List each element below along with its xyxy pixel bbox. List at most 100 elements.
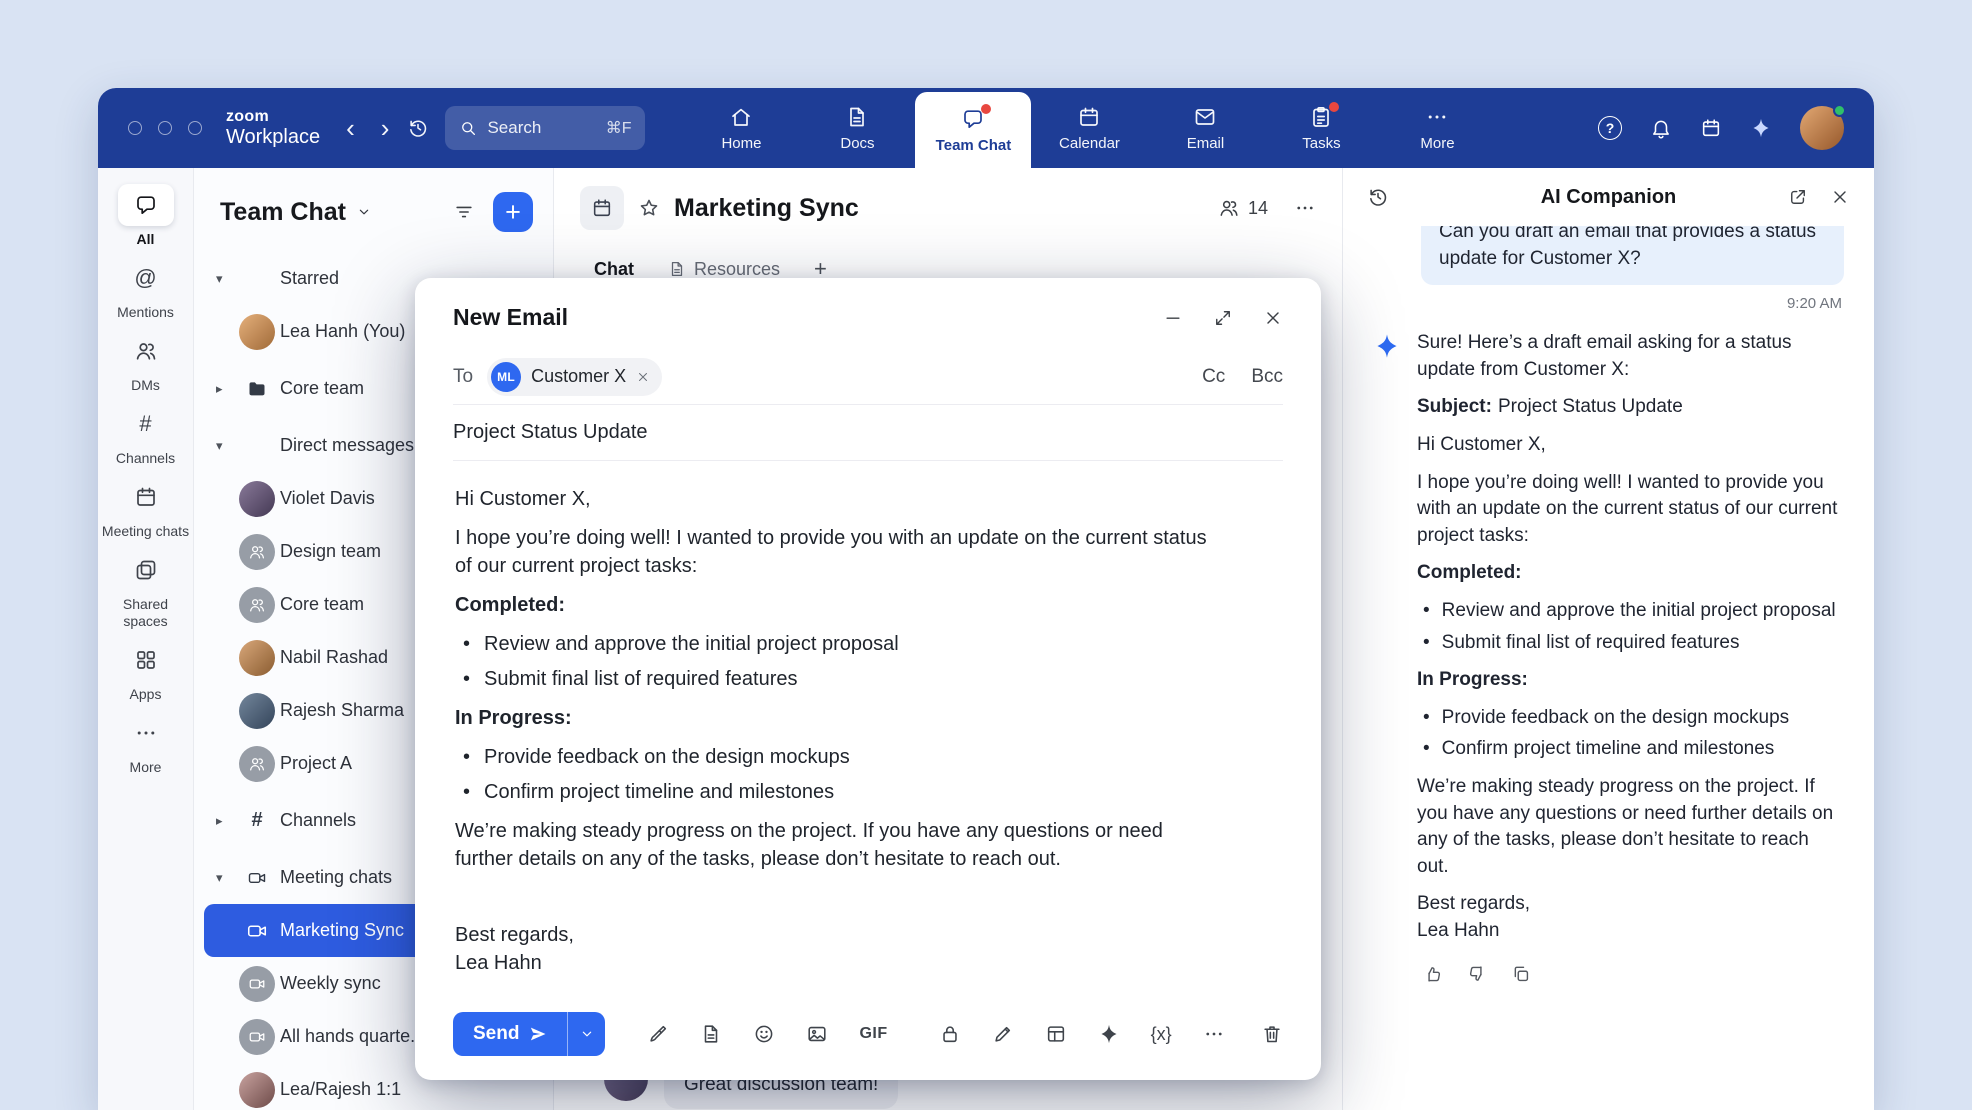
nav-email-label: Email (1187, 135, 1225, 152)
nav-team-chat[interactable]: Team Chat (915, 92, 1031, 168)
email-body-editor[interactable]: Hi Customer X, I hope you’re doing well!… (453, 461, 1283, 994)
delete-draft-icon[interactable] (1261, 1023, 1283, 1045)
chat-more-icon[interactable] (1294, 197, 1316, 219)
open-in-new-window-icon[interactable] (1788, 187, 1808, 207)
nav-tasks[interactable]: Tasks (1263, 88, 1379, 168)
members-count[interactable]: 14 (1218, 197, 1268, 219)
chat-title: Marketing Sync (674, 194, 859, 223)
nav-home-label: Home (721, 135, 761, 152)
help-icon[interactable]: ? (1598, 116, 1622, 140)
rail-item-more[interactable]: More (100, 712, 192, 775)
member-count-value: 14 (1248, 198, 1268, 219)
avatar (239, 314, 275, 350)
emoji-icon[interactable] (753, 1023, 775, 1045)
ai-signoff: Best regards, (1417, 891, 1844, 918)
recipient-chip[interactable]: ML Customer X (487, 358, 662, 396)
subject-input[interactable]: Project Status Update (453, 421, 648, 444)
more-tools-icon[interactable] (1203, 1023, 1225, 1045)
rail-item-shared-spaces[interactable]: Shared spaces (100, 549, 192, 628)
rail-label: More (130, 759, 162, 775)
docs-icon (845, 105, 869, 129)
collapse-triangle-icon[interactable]: ▾ (216, 271, 234, 287)
group-label: Starred (280, 268, 339, 289)
mentions-icon: @ (118, 257, 174, 299)
ai-feedback-bar (1423, 964, 1844, 984)
zoom-workplace-logo: zoom Workplace (226, 108, 320, 148)
gif-icon[interactable]: GIF (859, 1025, 887, 1043)
thumbs-up-icon[interactable] (1423, 964, 1443, 984)
history-icon[interactable] (407, 117, 429, 139)
ai-companion-icon[interactable] (1750, 117, 1772, 139)
user-avatar[interactable] (1800, 106, 1844, 150)
collapse-triangle-icon[interactable]: ▸ (216, 381, 234, 397)
insert-image-icon[interactable] (806, 1023, 828, 1045)
collapse-triangle-icon[interactable]: ▾ (216, 438, 234, 454)
calendar-today-icon[interactable] (1700, 117, 1722, 139)
send-button[interactable]: Send (453, 1012, 567, 1056)
avatar (239, 481, 275, 517)
minimize-icon[interactable] (1163, 308, 1183, 328)
search-icon (459, 119, 477, 137)
encryption-lock-icon[interactable] (939, 1023, 961, 1045)
signature-pen-icon[interactable] (647, 1023, 669, 1045)
timestamp: 9:20 AM (1375, 295, 1842, 312)
rail-item-all[interactable]: All (100, 184, 192, 247)
star-favorite-icon[interactable] (638, 197, 660, 219)
variables-icon[interactable]: {x} (1151, 1024, 1172, 1045)
ai-sparkle-icon[interactable] (1098, 1023, 1120, 1045)
chevron-down-icon[interactable] (356, 204, 372, 220)
window-zoom-dot[interactable] (188, 121, 202, 135)
tab-resources[interactable]: Resources (668, 259, 780, 280)
nav-email[interactable]: Email (1147, 88, 1263, 168)
recipient-row[interactable]: To ML Customer X Cc Bcc (453, 349, 1283, 405)
modal-close-icon[interactable] (1263, 308, 1283, 328)
rail-item-meeting-chats[interactable]: Meeting chats (100, 476, 192, 539)
remove-recipient-icon[interactable] (636, 370, 650, 384)
avatar (239, 693, 275, 729)
search-input[interactable]: Search ⌘F (445, 106, 645, 150)
forward-icon[interactable]: › (381, 113, 390, 144)
notifications-bell-icon[interactable] (1650, 117, 1672, 139)
nav-docs[interactable]: Docs (799, 88, 915, 168)
bcc-button[interactable]: Bcc (1251, 366, 1283, 388)
subject-row[interactable]: Project Status Update (453, 405, 1283, 461)
back-icon[interactable]: ‹ (346, 113, 355, 144)
attach-file-icon[interactable] (700, 1023, 722, 1045)
group-label: Core team (280, 378, 364, 399)
cc-button[interactable]: Cc (1202, 366, 1225, 388)
rail-item-channels[interactable]: # Channels (100, 403, 192, 466)
ai-companion-panel: AI Companion Can you draft an email that… (1342, 168, 1874, 1110)
window-minimize-dot[interactable] (158, 121, 172, 135)
nav-more[interactable]: More (1379, 88, 1495, 168)
tab-chat[interactable]: Chat (594, 259, 634, 280)
rail-item-dms[interactable]: DMs (100, 330, 192, 393)
subject-value: Project Status Update (1498, 396, 1683, 417)
template-layout-icon[interactable] (1045, 1023, 1067, 1045)
apps-icon (118, 639, 174, 681)
new-chat-button[interactable]: + (493, 192, 533, 232)
group-avatar (239, 587, 275, 623)
more-icon (118, 712, 174, 754)
ai-history-icon[interactable] (1367, 186, 1389, 208)
collapse-triangle-icon[interactable]: ▾ (216, 870, 234, 886)
nav-calendar[interactable]: Calendar (1031, 88, 1147, 168)
filter-icon[interactable] (453, 201, 475, 223)
completed-list: Review and approve the initial project p… (455, 630, 1213, 693)
rail-item-mentions[interactable]: @ Mentions (100, 257, 192, 320)
nav-home[interactable]: Home (683, 88, 799, 168)
in-progress-label: In Progress: (1417, 667, 1844, 694)
collapse-triangle-icon[interactable]: ▸ (216, 813, 234, 829)
edit-pencil-icon[interactable] (992, 1023, 1014, 1045)
rail-label: All (137, 231, 155, 247)
list-item: Submit final list of required features (1423, 630, 1844, 657)
expand-icon[interactable] (1213, 308, 1233, 328)
window-close-dot[interactable] (128, 121, 142, 135)
rail-item-apps[interactable]: Apps (100, 639, 192, 702)
item-label: Nabil Rashad (280, 647, 388, 668)
meeting-chats-icon (118, 476, 174, 518)
ai-panel-close-icon[interactable] (1830, 187, 1850, 207)
top-navigation: Home Docs Team Chat Calendar Email Tasks (683, 88, 1495, 168)
copy-icon[interactable] (1511, 964, 1531, 984)
thumbs-down-icon[interactable] (1467, 964, 1487, 984)
send-options-button[interactable] (567, 1012, 605, 1056)
